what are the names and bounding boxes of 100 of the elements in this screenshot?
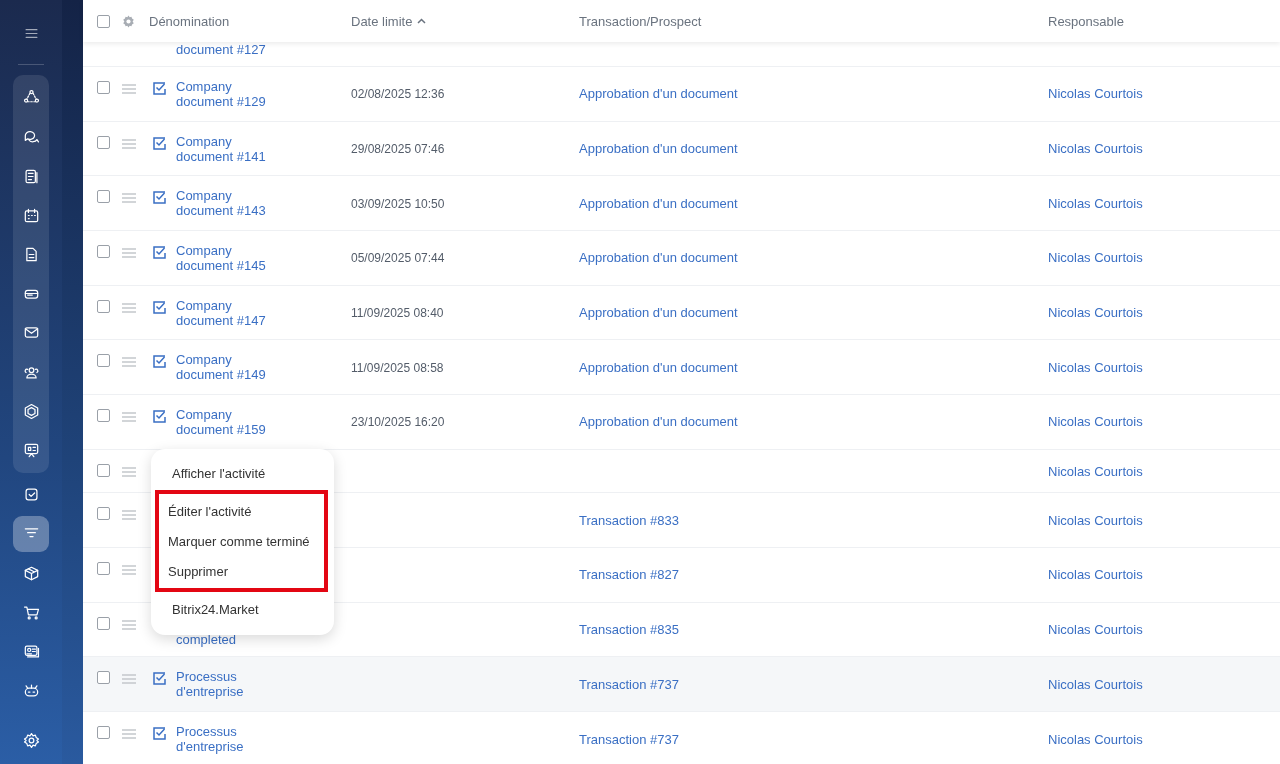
deadline-text: 05/09/2025 07:44 (351, 251, 445, 266)
deal-link[interactable]: Approbation d'un document (579, 141, 738, 157)
row-menu-icon[interactable] (122, 565, 136, 576)
row-checkbox[interactable] (97, 671, 110, 685)
task-checkbox-icon (153, 82, 166, 95)
responsible-link[interactable]: Nicolas Courtois (1048, 414, 1143, 430)
activity-link[interactable]: Company document #141 (176, 133, 291, 164)
responsible-link[interactable]: Nicolas Courtois (1048, 463, 1143, 479)
deadline-text: 03/09/2025 10:50 (351, 196, 445, 211)
task-checkbox-icon (153, 136, 166, 150)
hexagon-icon (22, 402, 40, 420)
activity-link[interactable]: Processus d'entreprise (176, 669, 291, 700)
row-checkbox[interactable] (97, 190, 110, 204)
row-menu-icon[interactable] (122, 466, 136, 477)
responsible-link[interactable]: Nicolas Courtois (1048, 359, 1143, 375)
robot-icon (22, 682, 40, 700)
row-menu-icon[interactable] (122, 138, 136, 149)
activity-link[interactable]: Company document #159 (176, 406, 291, 437)
column-header[interactable]: Dénomination (149, 13, 230, 29)
checkbox-icon (22, 486, 40, 504)
chat-icon (22, 128, 40, 146)
row-checkbox[interactable] (97, 81, 110, 94)
calendar-icon (22, 206, 40, 224)
deal-link[interactable]: Transaction #833 (579, 512, 679, 528)
row-checkbox[interactable] (97, 562, 110, 576)
responsible-link[interactable]: Nicolas Courtois (1048, 86, 1143, 102)
presentation-board-icon (22, 441, 40, 459)
deal-link[interactable]: Approbation d'un document (579, 250, 738, 266)
row-menu-icon[interactable] (122, 302, 136, 313)
responsible-link[interactable]: Nicolas Courtois (1048, 195, 1143, 211)
row-menu-icon[interactable] (122, 193, 136, 204)
activity-link[interactable]: Company document #143 (176, 188, 291, 219)
activity-link[interactable]: document #127 (176, 42, 291, 57)
deal-link[interactable]: Approbation d'un document (579, 305, 738, 321)
row-checkbox[interactable] (97, 726, 110, 740)
menu-item[interactable]: Supprimer (155, 558, 328, 592)
deal-link[interactable]: Approbation d'un document (579, 195, 738, 211)
column-header[interactable]: Transaction/Prospect (579, 13, 702, 29)
cart-icon (22, 603, 40, 621)
task-checkbox-icon (153, 300, 166, 314)
column-header[interactable]: Date limite (351, 13, 427, 29)
row-menu-icon[interactable] (122, 412, 136, 423)
deadline-text: 11/09/2025 08:58 (351, 360, 444, 375)
deadline-text: 29/08/2025 07:46 (351, 142, 445, 157)
menu-item[interactable]: Afficher l'activité (155, 456, 328, 490)
responsible-link[interactable]: Nicolas Courtois (1048, 567, 1143, 583)
deadline-text: 11/09/2025 08:40 (351, 306, 444, 321)
row-menu-icon[interactable] (122, 619, 136, 630)
deadline-text: 02/08/2025 12:36 (351, 87, 445, 102)
menu-item[interactable]: Éditer l'activité (155, 490, 328, 524)
activity-link[interactable]: completed (176, 631, 291, 647)
deal-link[interactable]: Approbation d'un document (579, 86, 738, 102)
responsible-link[interactable]: Nicolas Courtois (1048, 512, 1143, 528)
row-checkbox[interactable] (97, 354, 110, 368)
contact-card-icon (22, 642, 40, 660)
task-checkbox-icon (153, 355, 166, 369)
row-checkbox[interactable] (97, 463, 110, 477)
responsible-link[interactable]: Nicolas Courtois (1048, 731, 1143, 747)
select-all-checkbox[interactable] (97, 14, 110, 28)
deadline-text: 23/10/2025 16:20 (351, 415, 445, 430)
settings-icon[interactable] (122, 14, 135, 28)
menu-item[interactable]: Bitrix24.Market (155, 592, 328, 626)
sidebar-item[interactable] (13, 515, 49, 552)
responsible-link[interactable]: Nicolas Courtois (1048, 250, 1143, 266)
row-menu-icon[interactable] (122, 357, 136, 368)
box-icon (22, 564, 40, 582)
deal-link[interactable]: Transaction #737 (579, 731, 679, 747)
menu-item[interactable]: Marquer comme terminé (155, 524, 328, 558)
activity-link[interactable]: Company document #129 (176, 78, 291, 109)
responsible-link[interactable]: Nicolas Courtois (1048, 622, 1143, 638)
deal-link[interactable]: Approbation d'un document (579, 359, 738, 375)
row-checkbox[interactable] (97, 409, 110, 423)
deal-link[interactable]: Approbation d'un document (579, 414, 738, 430)
row-checkbox[interactable] (97, 616, 110, 630)
row-checkbox[interactable] (97, 135, 110, 149)
deal-link[interactable]: Transaction #737 (579, 676, 679, 692)
task-checkbox-icon (153, 191, 166, 205)
row-menu-icon[interactable] (122, 248, 136, 259)
row-checkbox[interactable] (97, 507, 110, 521)
responsible-link[interactable]: Nicolas Courtois (1048, 305, 1143, 321)
row-menu-icon[interactable] (122, 729, 136, 740)
task-checkbox-icon (153, 672, 166, 686)
task-checkbox-icon (153, 246, 166, 260)
row-menu-icon[interactable] (122, 510, 136, 521)
row-checkbox[interactable] (97, 245, 110, 259)
activity-link[interactable]: Company document #147 (176, 297, 291, 328)
activity-link[interactable]: Company document #149 (176, 352, 291, 383)
row-checkbox[interactable] (97, 299, 110, 313)
deal-link[interactable]: Transaction #835 (579, 622, 679, 638)
row-menu-icon[interactable] (122, 84, 136, 94)
newspaper-icon (22, 167, 40, 185)
responsible-link[interactable]: Nicolas Courtois (1048, 141, 1143, 157)
task-checkbox-icon (153, 410, 166, 424)
deal-link[interactable]: Transaction #827 (579, 567, 679, 583)
activity-link[interactable]: Processus d'entreprise (176, 724, 291, 754)
responsible-link[interactable]: Nicolas Courtois (1048, 676, 1143, 692)
column-header[interactable]: Responsable (1048, 13, 1124, 29)
row-menu-icon[interactable] (122, 674, 136, 685)
task-checkbox-icon (153, 727, 166, 741)
activity-link[interactable]: Company document #145 (176, 242, 291, 273)
